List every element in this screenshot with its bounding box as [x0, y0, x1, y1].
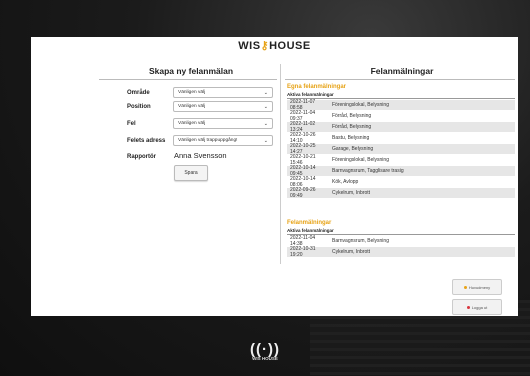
row-description: Cykelrum, Inbrott	[332, 190, 371, 196]
table-row[interactable]: 2022-10-14 08:06 Kök, Avlopp	[287, 176, 515, 188]
reports-title: Felanmälningar	[370, 66, 434, 76]
form-row-adress: Felets adress	[127, 135, 173, 147]
row-description: Cykelrum, Inbrott	[332, 249, 371, 255]
select-value: Vänligen välj	[178, 90, 206, 95]
brand-logo: WIS⚷HOUSE	[238, 40, 311, 52]
row-description: Bastu, Belysning	[332, 135, 370, 141]
logout-dot-icon	[466, 305, 470, 309]
table-row[interactable]: 2022-10-25 14:27 Garage, Belysning	[287, 143, 515, 155]
own-reports-subtitle: Aktiva felanmälningar	[287, 92, 334, 97]
form-row-omrade: Område	[127, 87, 173, 99]
row-description: Barnvagnsrum, Belysning	[332, 238, 389, 244]
field-label: Position	[127, 104, 151, 110]
position-select[interactable]: Vänligen välj ⌄	[173, 101, 273, 112]
save-button[interactable]: Spara	[174, 165, 208, 181]
reporter-label: Rapportör	[127, 154, 156, 160]
device-brand-name: WIS HOUSE	[252, 356, 278, 361]
form-row-position: Position	[127, 101, 173, 113]
table-row[interactable]: 2022-09-26 09:49 Cykelrum, Inbrott	[287, 187, 515, 199]
field-label: Fel	[127, 121, 136, 127]
fel-select[interactable]: Vänligen välj ⌄	[173, 118, 273, 129]
row-timestamp: 2022-09-26 09:49	[290, 187, 316, 199]
select-value: Vänligen välj trappuppgång!	[178, 138, 238, 143]
row-description: Barnvagnsrum, Tagglisare trasig	[332, 168, 404, 174]
table-row[interactable]: 2022-10-26 14:10 Bastu, Belysning	[287, 132, 515, 144]
field-label: Område	[127, 90, 150, 96]
all-reports-title: Felanmälningar	[287, 220, 332, 226]
reporter-value: Anna Svensson	[174, 151, 227, 160]
logout-button[interactable]: Logga ut	[452, 299, 502, 315]
row-description: Förråd, Belysning	[332, 124, 372, 130]
table-row[interactable]: 2022-10-14 09:45 Barnvagnsrum, Tagglisare…	[287, 165, 515, 177]
divider	[285, 79, 515, 80]
create-report-title: Skapa ny felanmälan	[148, 66, 234, 76]
divider	[99, 79, 277, 80]
device-brand: ((·)) WIS HOUSE	[239, 341, 291, 361]
table-row[interactable]: 2022-10-21 15:46 Föreningslokal, Belysnin…	[287, 154, 515, 166]
table-row[interactable]: 2022-11-04 14:38 Barnvagnsrum, Belysning	[287, 235, 515, 247]
form-row-fel: Fel	[127, 118, 173, 130]
screen: WIS⚷HOUSE Skapa ny felanmälan Felanmälni…	[31, 37, 518, 316]
row-description: Föreningslokal, Belysning	[332, 157, 389, 163]
row-description: Förråd, Belysning	[332, 113, 372, 119]
select-value: Vänligen välj	[178, 121, 206, 126]
row-description: Kök, Avlopp	[332, 179, 359, 185]
omrade-select[interactable]: Vänligen välj ⌄	[173, 87, 273, 98]
row-description: Garage, Belysning	[332, 146, 374, 152]
menu-dot-icon	[463, 285, 467, 289]
chevron-down-icon: ⌄	[263, 103, 268, 110]
chevron-down-icon: ⌄	[263, 137, 268, 144]
table-row[interactable]: 2022-11-07 08:58 Föreningslokal, Belysnin…	[287, 99, 515, 111]
divider	[280, 64, 281, 264]
key-icon: ⚷	[260, 40, 270, 52]
adress-select[interactable]: Vänligen välj trappuppgång! ⌄	[173, 135, 273, 146]
form-row-reporter: Rapportör	[127, 151, 173, 163]
chevron-down-icon: ⌄	[263, 89, 268, 96]
select-value: Vänligen välj	[178, 104, 206, 109]
table-row[interactable]: 2022-11-02 13:24 Förråd, Belysning	[287, 121, 515, 133]
row-timestamp: 2022-10-31 19:20	[290, 246, 316, 258]
own-reports-title: Egna felanmälningar	[287, 84, 347, 90]
row-description: Föreningslokal, Belysning	[332, 102, 389, 108]
main-menu-button[interactable]: Huvudmeny	[452, 279, 502, 295]
field-label: Felets adress	[127, 138, 166, 144]
table-row[interactable]: 2022-11-04 09:37 Förråd, Belysning	[287, 110, 515, 122]
table-row[interactable]: 2022-10-31 19:20 Cykelrum, Inbrott	[287, 246, 515, 258]
chevron-down-icon: ⌄	[263, 120, 268, 127]
all-reports-subtitle: Aktiva felanmälningar	[287, 228, 334, 233]
